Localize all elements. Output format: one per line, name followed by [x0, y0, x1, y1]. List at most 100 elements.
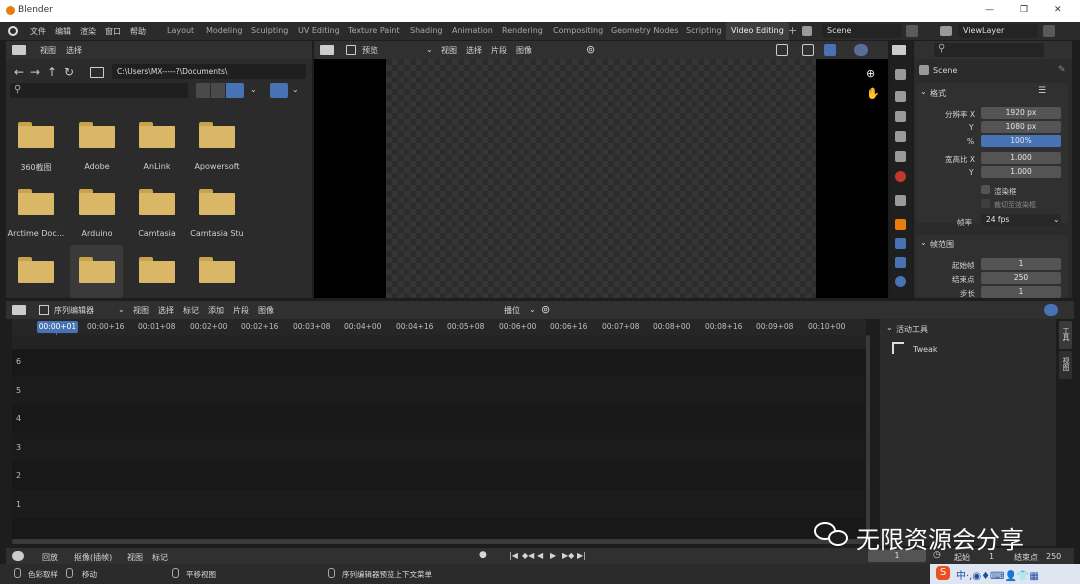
preview-menu-view[interactable]: 视图 — [441, 45, 457, 56]
folder-icon[interactable] — [79, 257, 115, 283]
aspect-x-field[interactable]: 1.000 — [981, 152, 1061, 164]
close-button[interactable]: ✕ — [1054, 5, 1062, 15]
tab-layout[interactable]: Layout — [167, 22, 194, 40]
record-icon[interactable]: ● — [479, 550, 487, 560]
editor-type-icon[interactable] — [892, 45, 906, 55]
list-view-icon[interactable] — [196, 83, 210, 98]
next-key-icon[interactable]: ▶◆ — [562, 551, 574, 560]
tab-modeling[interactable]: Modeling — [206, 22, 242, 40]
editor-type-icon[interactable] — [12, 305, 26, 315]
channel-row[interactable] — [12, 376, 866, 404]
res-y-field[interactable]: 1080 px — [981, 121, 1061, 133]
new-scene-icon[interactable] — [906, 25, 918, 37]
fb-menu-view[interactable]: 视图 — [40, 45, 56, 56]
display-dropdown-icon[interactable]: ⌄ — [250, 85, 257, 94]
menu-edit[interactable]: 编辑 — [55, 26, 71, 37]
folder-icon[interactable] — [79, 122, 115, 148]
minimize-button[interactable]: — — [985, 5, 994, 15]
output-tab-icon[interactable] — [895, 111, 906, 122]
folder-icon[interactable] — [199, 257, 235, 283]
snap-icon[interactable]: ⊚ — [541, 303, 550, 316]
vertical-scrollbar[interactable] — [866, 335, 870, 539]
horizontal-scrollbar[interactable] — [12, 539, 866, 544]
tab-rendering[interactable]: Rendering — [502, 22, 543, 40]
color-display-icon[interactable] — [854, 44, 868, 56]
timeline-view-menu[interactable]: 视图 — [127, 552, 143, 563]
filter-dropdown-icon[interactable]: ⌄ — [292, 85, 299, 94]
menu-window[interactable]: 窗口 — [105, 26, 121, 37]
tab-scripting[interactable]: Scripting — [686, 22, 722, 40]
input-method-logo-icon[interactable]: S — [936, 566, 950, 580]
channel-row[interactable] — [12, 335, 866, 349]
preview-menu-image[interactable]: 图像 — [516, 45, 532, 56]
tweak-tool-icon[interactable] — [892, 342, 904, 354]
properties-search[interactable] — [934, 43, 1044, 57]
seq-menu-strip[interactable]: 片段 — [233, 305, 249, 316]
crop-checkbox[interactable] — [981, 199, 990, 208]
fb-menu-select[interactable]: 选择 — [66, 45, 82, 56]
new-folder-icon[interactable] — [90, 67, 104, 78]
tab-shading[interactable]: Shading — [410, 22, 443, 40]
back-icon[interactable]: ← — [14, 65, 24, 79]
pivot-icon[interactable]: ⊚ — [586, 43, 595, 56]
preview-menu-strip[interactable]: 片段 — [491, 45, 507, 56]
physics-tab-icon[interactable] — [895, 276, 906, 287]
tab-video-editing[interactable]: Video Editing — [726, 22, 789, 40]
folder-icon[interactable] — [18, 189, 54, 215]
pan-hand-icon[interactable]: ✋ — [866, 87, 880, 100]
render-tab-icon[interactable] — [895, 91, 906, 102]
scene-tab-icon[interactable] — [895, 151, 906, 162]
chevron-down-icon[interactable]: ⌄ — [886, 323, 893, 332]
fps-dropdown[interactable]: 24 fps — [981, 214, 1061, 226]
editor-type-icon[interactable] — [12, 45, 26, 55]
blender-menu-icon[interactable] — [8, 26, 18, 36]
new-viewlayer-icon[interactable] — [1043, 25, 1055, 37]
play-reverse-icon[interactable]: ◀ — [537, 551, 543, 560]
modifier-tab-icon[interactable] — [895, 238, 906, 249]
folder-icon[interactable] — [79, 189, 115, 215]
seq-menu-select[interactable]: 选择 — [158, 305, 174, 316]
aspect-y-field[interactable]: 1.000 — [981, 166, 1061, 178]
maximize-button[interactable]: ❐ — [1020, 5, 1028, 15]
tab-geometry-nodes[interactable]: Geometry Nodes — [611, 22, 678, 40]
snap-dropdown[interactable]: 播位 — [504, 305, 520, 316]
frame-start-field[interactable]: 1 — [981, 258, 1061, 270]
thumb-small-icon[interactable] — [211, 83, 225, 98]
channel-row[interactable] — [12, 433, 866, 461]
filter-icon[interactable] — [270, 83, 288, 98]
res-x-field[interactable]: 1920 px — [981, 107, 1061, 119]
preview-mode-dropdown[interactable]: 预览 — [362, 45, 378, 56]
prev-key-icon[interactable]: ◆◀ — [522, 551, 534, 560]
playback-menu[interactable]: 回放 — [42, 552, 58, 563]
seq-menu-marker[interactable]: 标记 — [183, 305, 199, 316]
jump-end-icon[interactable]: ▶| — [577, 551, 586, 560]
folder-icon[interactable] — [18, 122, 54, 148]
search-field[interactable] — [10, 83, 188, 98]
menu-help[interactable]: 帮助 — [130, 26, 146, 37]
view-type-icon[interactable] — [346, 45, 356, 55]
seq-menu-image[interactable]: 图像 — [258, 305, 274, 316]
folder-icon[interactable] — [139, 122, 175, 148]
seq-menu-view[interactable]: 视图 — [133, 305, 149, 316]
timeline-end-value[interactable]: 250 — [1046, 552, 1061, 561]
res-pct-field[interactable]: 100% — [981, 135, 1061, 147]
editor-type-icon[interactable] — [320, 45, 334, 55]
object-tab-icon[interactable] — [895, 219, 906, 230]
forward-icon[interactable]: → — [30, 65, 40, 79]
display-channels-icon[interactable] — [824, 44, 836, 56]
tab-compositing[interactable]: Compositing — [553, 22, 603, 40]
pin-icon[interactable]: ✎ — [1058, 65, 1066, 75]
keying-menu[interactable]: 抠像(插帧) — [74, 552, 112, 563]
preview-menu-select[interactable]: 选择 — [466, 45, 482, 56]
input-method-icons[interactable]: 中·,◉♦⌨👤👕▦ — [956, 567, 1039, 582]
overlay-icon[interactable] — [1044, 304, 1058, 316]
particles-tab-icon[interactable] — [895, 257, 906, 268]
folder-icon[interactable] — [139, 257, 175, 283]
folder-icon[interactable] — [139, 189, 175, 215]
folder-icon[interactable] — [199, 189, 235, 215]
presets-icon[interactable]: ☰ — [1038, 86, 1046, 96]
tab-sculpting[interactable]: Sculpting — [251, 22, 288, 40]
chevron-down-icon[interactable]: ⌄ — [920, 87, 927, 96]
seq-menu-add[interactable]: 添加 — [208, 305, 224, 316]
frame-step-field[interactable]: 1 — [981, 286, 1061, 298]
